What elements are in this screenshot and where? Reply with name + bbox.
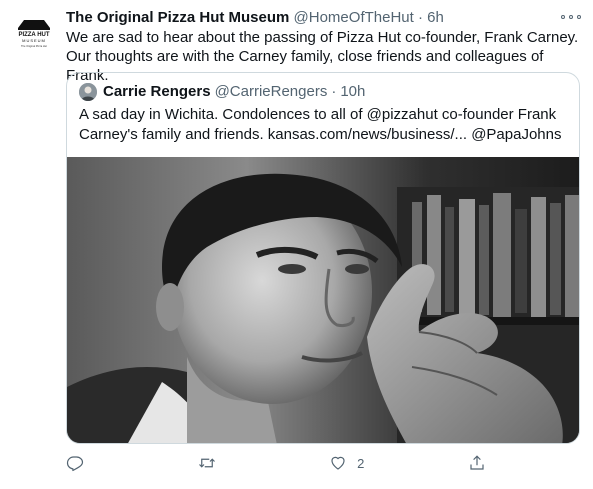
reply-button[interactable] xyxy=(66,454,94,472)
quoted-tweet-header: Carrie Rengers @CarrieRengers · 10h xyxy=(79,82,365,102)
avatar[interactable]: PIZZA HUT MUSEUM The Original Pizza Hut xyxy=(12,10,56,54)
more-horizontal-icon[interactable] xyxy=(561,10,581,24)
quoted-photo[interactable] xyxy=(67,157,579,443)
tweet-header: The Original Pizza Hut Museum @HomeOfThe… xyxy=(66,8,553,28)
tweet[interactable]: PIZZA HUT MUSEUM The Original Pizza Hut … xyxy=(0,0,593,489)
quoted-author-name: Carrie Rengers xyxy=(103,83,211,100)
quoted-separator: · xyxy=(331,83,337,100)
like-button[interactable]: 2 xyxy=(329,454,364,472)
black-and-white-portrait-photo xyxy=(67,157,579,443)
quoted-author-handle: @CarrieRengers xyxy=(214,83,328,100)
separator: · xyxy=(417,9,423,26)
author-name[interactable]: The Original Pizza Hut Museum xyxy=(66,9,289,26)
author-handle[interactable]: @HomeOfTheHut xyxy=(294,9,414,26)
reply-icon xyxy=(66,456,84,472)
like-count: 2 xyxy=(357,455,365,471)
pizza-hut-logo-icon: PIZZA HUT MUSEUM The Original Pizza Hut xyxy=(12,10,56,54)
share-button[interactable] xyxy=(468,454,496,472)
quoted-tweet[interactable]: Carrie Rengers @CarrieRengers · 10h A sa… xyxy=(66,72,580,444)
share-icon xyxy=(470,455,484,470)
quoted-tweet-text: A sad day in Wichita. Condolences to all… xyxy=(79,106,562,143)
quoted-avatar xyxy=(79,83,97,101)
retweet-button[interactable] xyxy=(198,454,226,472)
quoted-timestamp: 10h xyxy=(340,83,366,100)
timestamp[interactable]: 6h xyxy=(427,9,444,26)
tweet-actions: 2 xyxy=(66,452,496,474)
retweet-icon xyxy=(198,458,215,468)
logo-line2: MUSEUM xyxy=(22,38,46,43)
heart-icon xyxy=(331,456,345,470)
logo-line3: The Original Pizza Hut xyxy=(21,44,47,48)
